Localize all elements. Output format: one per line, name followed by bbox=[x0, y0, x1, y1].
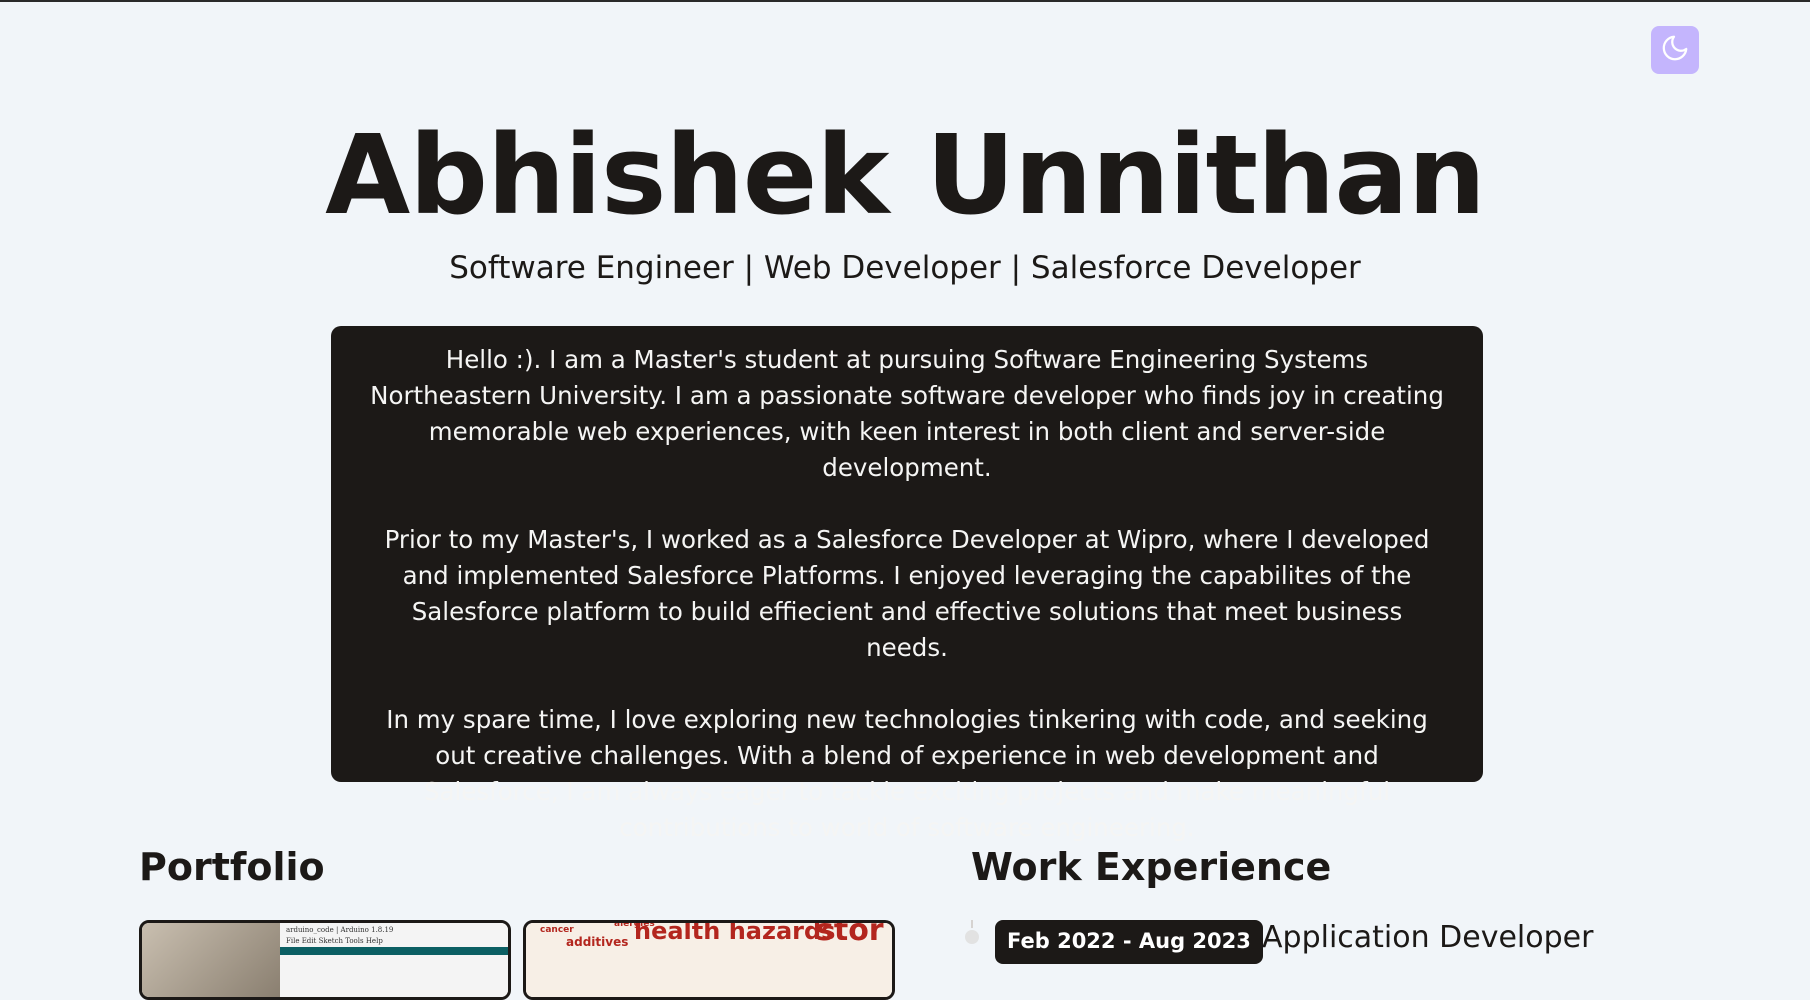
top-border bbox=[0, 0, 1810, 2]
portfolio-heading: Portfolio bbox=[139, 845, 325, 889]
hero-subtitle: Software Engineer | Web Developer | Sale… bbox=[449, 250, 1361, 286]
portfolio-card-food[interactable]: health hazards stor additives alergies c… bbox=[523, 920, 895, 1000]
project-thumbnail-photo bbox=[142, 923, 280, 997]
thumbnail-menu-bar: File Edit Sketch Tools Help bbox=[286, 937, 383, 945]
project-thumbnail-screenshot bbox=[280, 923, 508, 997]
wordcloud-word: additives bbox=[566, 935, 629, 949]
about-paragraph: Hello :). I am a Master's student at pur… bbox=[370, 345, 1444, 482]
portfolio-card-arduino[interactable]: arduino_code | Arduino 1.8.19 File Edit … bbox=[139, 920, 511, 1000]
work-experience-heading: Work Experience bbox=[971, 845, 1332, 889]
page-title: Abhishek Unnithan bbox=[325, 111, 1486, 239]
theme-toggle-button[interactable] bbox=[1651, 26, 1699, 74]
about-section: Hello :). I am a Master's student at pur… bbox=[331, 326, 1483, 842]
wordcloud-word: alergies bbox=[614, 920, 655, 929]
wordcloud-word: health hazards bbox=[634, 920, 836, 945]
thumbnail-window-title: arduino_code | Arduino 1.8.19 bbox=[286, 926, 394, 934]
job-date-badge: Feb 2022 - Aug 2023 bbox=[995, 920, 1263, 964]
about-paragraph: In my spare time, I love exploring new t… bbox=[386, 705, 1428, 842]
about-paragraph: Prior to my Master's, I worked as a Sale… bbox=[384, 525, 1430, 662]
moon-icon bbox=[1660, 33, 1690, 67]
job-title: Application Developer bbox=[1262, 920, 1594, 955]
wordcloud-word: stor bbox=[816, 920, 884, 948]
timeline-dot bbox=[963, 928, 981, 946]
wordcloud-word: cancer bbox=[540, 925, 574, 935]
thumbnail-toolbar bbox=[280, 947, 508, 955]
